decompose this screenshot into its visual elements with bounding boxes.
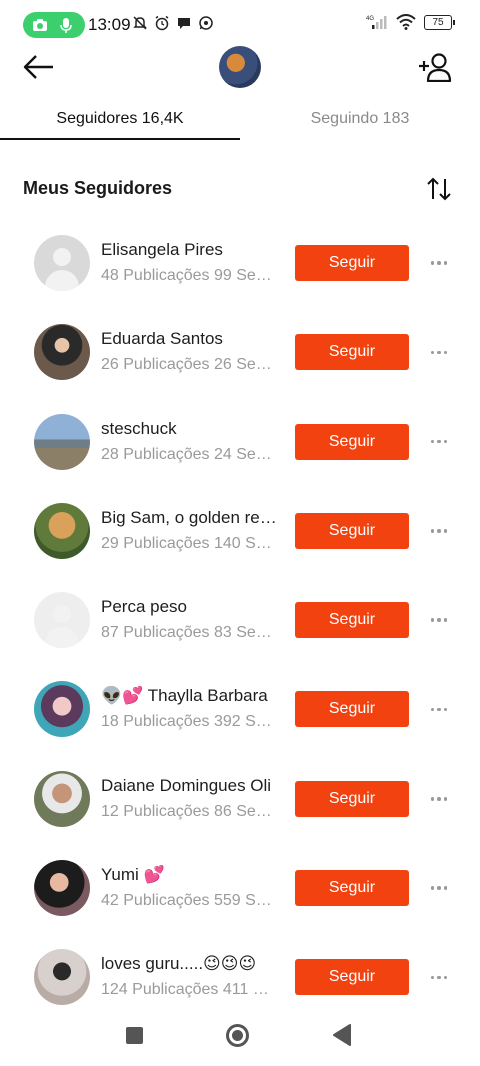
follower-stats: 28 Publicações 24 Seguidores [101,445,277,463]
list-item[interactable]: loves guru.....😉😉😉 124 Publicações 411 S… [0,933,480,1022]
list-item[interactable]: Daiane Domingues Oli 12 Publicações 86 S… [0,755,480,844]
list-item[interactable]: Yumi 💕 42 Publicações 559 Seguidores Seg… [0,844,480,933]
avatar[interactable] [34,413,90,470]
list-item[interactable]: Perca peso 87 Publicações 83 Seguidores … [0,576,480,665]
follow-button[interactable]: Seguir [295,959,409,996]
system-nav-bar [0,1012,480,1066]
status-bar: 13:09 4G 75 [0,0,480,50]
microphone-icon [60,18,72,33]
follow-button[interactable]: Seguir [295,602,409,639]
follower-stats: 124 Publicações 411 Seguidores [101,981,277,999]
follower-name[interactable]: Perca peso [101,597,277,617]
follow-tabs: Seguidores 16,4K Seguindo 183 [0,100,480,142]
camera-icon [33,19,47,31]
follower-stats: 26 Publicações 26 Seguidores [101,356,277,374]
system-icons: 4G 75 [366,14,455,30]
tab-following[interactable]: Seguindo 183 [240,100,480,140]
avatar[interactable] [34,235,90,291]
profile-avatar[interactable] [219,46,261,88]
avatar[interactable] [34,681,90,738]
follower-name[interactable]: 👽💕 Thaylla Barbara [101,686,277,706]
avatar[interactable] [34,949,90,1006]
follower-stats: 87 Publicações 83 Seguidores [101,624,277,642]
follower-stats: 29 Publicações 140 Seguidores [101,534,277,552]
chat-bubble-icon [178,18,190,29]
recent-apps-icon[interactable] [126,1027,143,1044]
whatsapp-icon [199,16,213,30]
list-item[interactable]: Big Sam, o golden retriever 29 Publicaçõ… [0,487,480,576]
arrow-left-icon[interactable] [22,52,56,82]
follower-stats: 42 Publicações 559 Seguidores [101,892,277,910]
follow-button[interactable]: Seguir [295,512,409,549]
followers-list: Elisangela Pires 48 Publicações 99 Segui… [0,219,480,1023]
home-icon[interactable] [226,1024,249,1047]
more-dots-icon[interactable] [428,878,450,898]
more-dots-icon[interactable] [428,253,450,273]
follower-name[interactable]: Daiane Domingues Oli [101,776,277,796]
mute-bell-icon [133,16,147,30]
list-item[interactable]: steschuck 28 Publicações 24 Seguidores S… [0,398,480,487]
follow-button[interactable]: Seguir [295,780,409,817]
more-dots-icon[interactable] [428,610,450,630]
list-item[interactable]: Eduarda Santos 26 Publicações 26 Seguido… [0,308,480,397]
follow-button[interactable]: Seguir [295,423,409,460]
more-dots-icon[interactable] [428,342,450,362]
more-dots-icon[interactable] [428,699,450,719]
avatar[interactable] [34,770,90,827]
notification-icons [132,15,214,31]
active-tab-indicator [0,138,240,140]
status-time: 13:09 [88,15,131,34]
follower-name[interactable]: steschuck [101,419,277,439]
top-bar [0,44,480,92]
follow-button[interactable]: Seguir [295,870,409,907]
sort-arrows-icon[interactable] [426,176,452,202]
follower-name[interactable]: loves guru.....😉😉😉 [101,954,277,974]
avatar[interactable] [34,592,90,649]
avatar[interactable] [34,502,90,559]
screen-record-indicator[interactable] [23,12,85,38]
follow-button[interactable]: Seguir [295,691,409,728]
add-user-icon[interactable] [418,52,452,82]
alarm-icon [155,15,169,31]
more-dots-icon[interactable] [428,432,450,452]
follower-name[interactable]: Eduarda Santos [101,329,277,349]
follower-stats: 48 Publicações 99 Seguidores [101,267,277,284]
follow-button[interactable]: Seguir [295,334,409,371]
follower-name[interactable]: Big Sam, o golden retriever [101,508,277,528]
follower-name[interactable]: Elisangela Pires [101,240,277,260]
list-item[interactable]: 👽💕 Thaylla Barbara 18 Publicações 392 Se… [0,665,480,754]
battery-icon: 75 [424,14,455,30]
follow-button[interactable]: Seguir [295,245,409,281]
follower-name[interactable]: Yumi 💕 [101,865,277,885]
wifi-icon [396,14,416,30]
more-dots-icon[interactable] [428,521,450,541]
more-dots-icon[interactable] [428,967,450,987]
avatar[interactable] [34,324,90,381]
more-dots-icon[interactable] [428,789,450,809]
follower-stats: 18 Publicações 392 Seguidores [101,713,277,731]
signal-icon: 4G [366,16,387,29]
follower-stats: 12 Publicações 86 Seguidores [101,802,277,820]
tab-followers[interactable]: Seguidores 16,4K [0,100,240,140]
list-item[interactable]: Elisangela Pires 48 Publicações 99 Segui… [0,219,480,308]
svg-text:4G: 4G [366,16,374,22]
avatar[interactable] [34,860,90,917]
section-title: Meus Seguidores [23,178,173,198]
back-triangle-icon[interactable] [333,1024,351,1046]
